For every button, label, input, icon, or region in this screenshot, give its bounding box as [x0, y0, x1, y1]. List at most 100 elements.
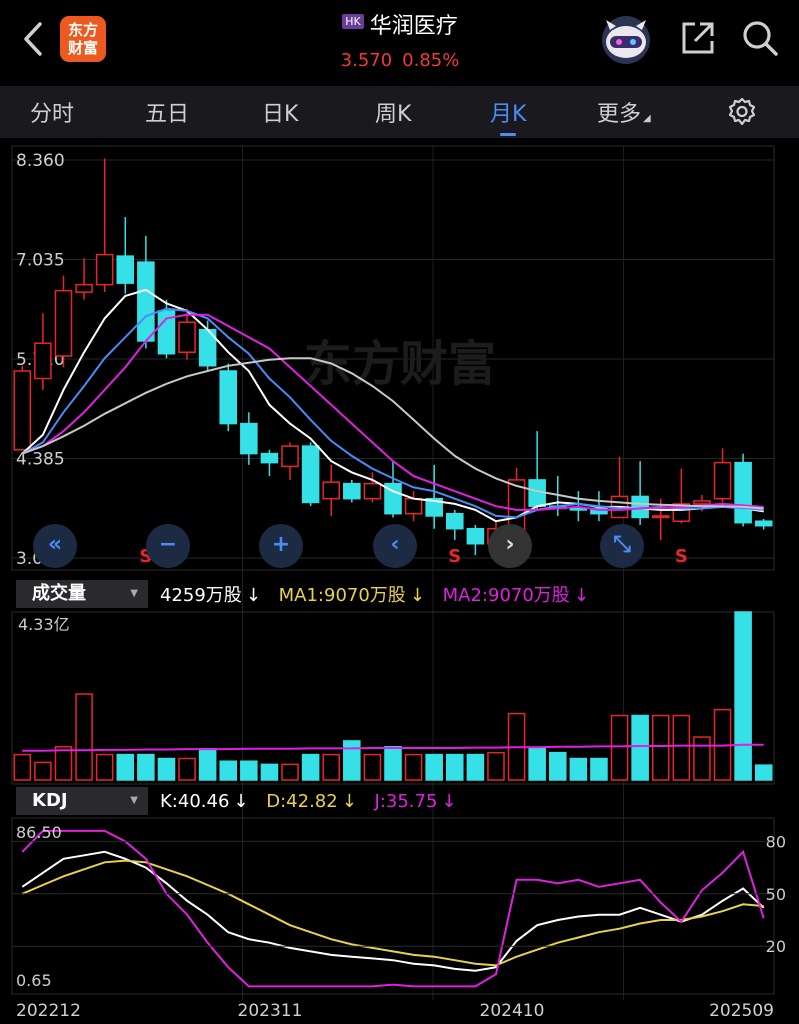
candle-body	[651, 515, 670, 519]
volume-bar	[260, 763, 279, 781]
candle-body	[713, 461, 732, 500]
zoom-out-button[interactable]: −	[146, 524, 190, 568]
volume-bar	[13, 753, 32, 781]
period-tabs: 分时 五日 日K 周K 月K 更多 ◢	[0, 86, 799, 138]
volume-bar	[610, 714, 629, 781]
gear-icon[interactable]	[726, 96, 758, 128]
tab-five-day[interactable]: 五日	[145, 96, 189, 130]
tab-week-k[interactable]: 周K	[375, 96, 411, 130]
volume-axis-top: 4.33亿	[18, 615, 70, 634]
back-button[interactable]	[18, 20, 48, 58]
kdj-indicator-label: KDJ	[32, 790, 68, 811]
kdj-left-top: 86.50	[16, 823, 62, 842]
kdj-indicator-select[interactable]: KDJ ▼	[16, 787, 148, 815]
caret-down-icon: ▼	[130, 588, 138, 599]
stock-name: 华润医疗	[369, 14, 458, 39]
tab-day-k[interactable]: 日K	[262, 96, 298, 130]
kdj-d: D:42.82 ↓	[266, 791, 357, 812]
volume-bar	[404, 753, 423, 781]
share-icon[interactable]	[678, 18, 718, 58]
candle-body	[404, 497, 423, 515]
candle-body	[693, 500, 711, 505]
caret-down-icon: ◢	[643, 113, 651, 124]
zoom-in-button[interactable]: +	[259, 524, 303, 568]
time-axis-label: 202212	[16, 1001, 81, 1021]
candle-body	[363, 482, 382, 500]
kdj-j-line	[21, 829, 765, 988]
volume-bar	[672, 714, 691, 781]
candle-body	[301, 445, 320, 504]
tab-intraday[interactable]: 分时	[30, 96, 74, 130]
chevron-left-icon: ‹	[390, 532, 400, 557]
next-button[interactable]: ›	[488, 524, 532, 568]
volume-bar	[651, 714, 670, 781]
candle-body	[322, 481, 340, 500]
time-axis-label: 202311	[238, 1001, 303, 1021]
kdj-axis: 86.50 0.65 80 50 20	[12, 823, 786, 990]
tab-month-k[interactable]: 月K	[490, 96, 526, 136]
fast-back-button[interactable]: «	[33, 524, 77, 568]
candle-body	[116, 255, 135, 284]
header: 东方 财富 HK 华润医疗 3.570 0.85%	[0, 0, 799, 80]
tab-more-label: 更多	[597, 102, 642, 127]
time-axis-label: 202509	[709, 1001, 774, 1021]
candle-body	[343, 482, 361, 500]
volume-bar	[95, 753, 114, 781]
volume-bar	[301, 753, 320, 781]
volume-bar	[466, 753, 485, 781]
arrow-down-icon: ↓	[573, 585, 589, 606]
candle-body	[734, 461, 752, 524]
volume-indicator-select[interactable]: 成交量 ▼	[16, 580, 148, 608]
volume-bar	[693, 736, 711, 781]
candle-body	[137, 261, 155, 342]
arrow-down-icon: ↓	[233, 790, 249, 812]
volume-bar	[425, 753, 443, 781]
caret-down-icon: ▼	[130, 795, 138, 806]
candle-body	[631, 495, 649, 519]
volume-bar	[363, 753, 382, 781]
volume-bar	[137, 753, 155, 781]
candle-body	[219, 370, 238, 425]
logo-line2: 财富	[67, 39, 98, 57]
time-axis-label: 202410	[480, 1001, 545, 1021]
kdj-k-text: K:40.46	[160, 790, 230, 812]
candle-body	[260, 452, 279, 464]
volume-bar	[384, 746, 402, 781]
volume-bar	[219, 760, 238, 781]
price-line: 3.570 0.85%	[300, 50, 500, 71]
volume-bar	[446, 753, 464, 781]
volume-value-text: 4259万股	[160, 585, 242, 606]
kdj-j: J:35.75 ↓	[375, 791, 457, 812]
volume-value: 4259万股 ↓	[160, 585, 261, 606]
candle-body	[466, 527, 485, 545]
sell-marker: S	[448, 546, 461, 567]
search-icon[interactable]	[740, 18, 780, 58]
volume-bar	[631, 714, 649, 781]
plus-icon: +	[271, 532, 291, 557]
double-chevron-left-icon: «	[47, 532, 63, 557]
volume-bar	[569, 757, 588, 781]
volume-bar	[548, 751, 567, 781]
brand-logo[interactable]: 东方 财富	[60, 16, 106, 62]
volume-bar	[178, 757, 196, 781]
fullscreen-button[interactable]: ⤡	[600, 524, 644, 568]
kdj-values: K:40.46 ↓ D:42.82 ↓ J:35.75 ↓	[148, 791, 457, 812]
tab-more[interactable]: 更多 ◢	[597, 96, 651, 130]
volume-bar	[75, 693, 93, 781]
kdj-right-tick: 50	[766, 885, 786, 904]
kdj-right-tick: 80	[766, 832, 786, 851]
volume-bar	[590, 757, 608, 781]
volume-bar	[734, 611, 752, 781]
arrow-down-icon: ↓	[341, 790, 357, 812]
robot-avatar-icon[interactable]	[598, 14, 654, 66]
expand-icon: ⤡	[613, 532, 631, 557]
kdj-lines	[21, 829, 765, 988]
price-tick-label: 8.360	[16, 151, 65, 171]
prev-button[interactable]: ‹	[373, 524, 417, 568]
kdj-d-text: D:42.82	[266, 790, 338, 812]
volume-bar	[487, 751, 505, 781]
arrow-down-icon: ↓	[245, 585, 261, 606]
volume-ma1-text: MA1:9070万股	[278, 585, 406, 606]
candle-body	[34, 342, 52, 380]
volume-bar	[528, 747, 546, 781]
